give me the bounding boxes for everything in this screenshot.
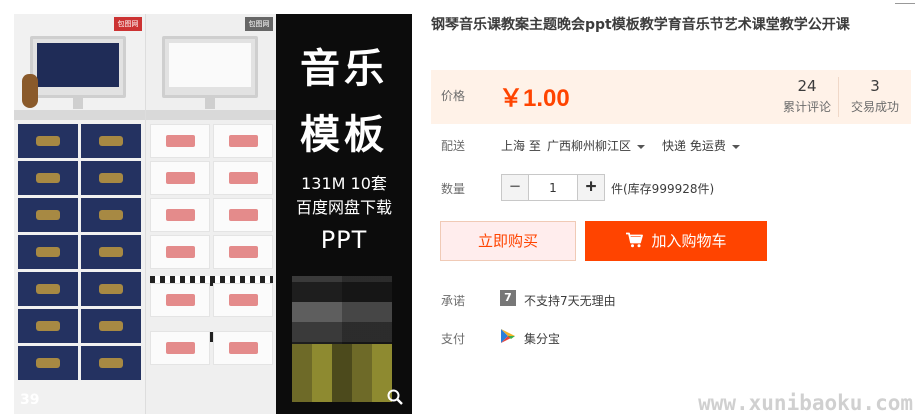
product-page: 包图网 包图网 音乐 模板 131M 10套 百度网盘下载 PPT 39 钢琴音… xyxy=(0,0,923,417)
reviews-count: 24 xyxy=(797,77,817,95)
pixelated-image xyxy=(292,344,392,402)
promise-label: 承诺 xyxy=(441,294,466,308)
quantity-decrease-button[interactable]: − xyxy=(502,175,529,200)
logo-badge: 包图网 xyxy=(245,17,273,31)
payment-label: 支付 xyxy=(441,332,466,346)
deals-count: 3 xyxy=(870,77,880,95)
cart-icon xyxy=(626,232,644,248)
shipping-method-value: 快递 免运费 xyxy=(662,139,726,153)
add-to-cart-label: 加入购物车 xyxy=(651,232,727,250)
slide-thumbnail-grid xyxy=(18,124,141,383)
no-return-icon: 7 xyxy=(500,290,516,306)
white-template-preview: 包图网 xyxy=(145,14,277,414)
buy-now-button[interactable]: 立即购买 xyxy=(440,221,576,261)
chevron-down-icon xyxy=(637,144,646,149)
quantity-increase-button[interactable]: + xyxy=(577,175,604,200)
payment-method: 集分宝 xyxy=(524,332,561,346)
zoom-icon[interactable] xyxy=(386,388,404,406)
stock-info: 件(库存999928件) xyxy=(611,182,715,196)
jifenbao-icon xyxy=(501,329,515,343)
blue-template-preview: 包图网 xyxy=(14,14,145,414)
price-value: ￥1.00 xyxy=(499,85,570,112)
corner-fragment xyxy=(895,0,915,4)
promise-text[interactable]: 不支持7天无理由 xyxy=(524,292,616,309)
shipping-from: 上海 至 xyxy=(501,139,541,153)
promo-line: 音乐 xyxy=(300,46,388,92)
price-label: 价格 xyxy=(441,89,466,103)
deals-stat: 3 交易成功 xyxy=(839,77,911,117)
promo-line: 模板 xyxy=(300,112,388,158)
reviews-stat[interactable]: 24 累计评论 xyxy=(776,77,839,117)
promo-line: 百度网盘下载 xyxy=(295,198,392,217)
price-box: 价格 ￥1.00 24 累计评论 3 交易成功 xyxy=(431,70,911,124)
image-count-badge: 39 xyxy=(20,392,40,408)
destination-value: 广西柳州柳江区 xyxy=(547,139,632,153)
reviews-label: 累计评论 xyxy=(782,100,831,114)
slide-thumbnail-grid xyxy=(150,124,273,368)
promo-line: PPT xyxy=(320,226,368,254)
shipping-label: 配送 xyxy=(441,139,466,153)
watermark: www.xunibaoku.com xyxy=(698,391,913,415)
deals-label: 交易成功 xyxy=(850,100,899,114)
monitor-illustration xyxy=(162,36,258,109)
logo-badge: 包图网 xyxy=(114,17,142,31)
desk xyxy=(146,110,277,120)
promo-line: 131M 10套 xyxy=(301,174,387,193)
desk xyxy=(14,110,145,120)
product-title: 钢琴音乐课教案主题晚会ppt模板教学育音乐节艺术课堂教学公开课 xyxy=(431,17,850,33)
quantity-label: 数量 xyxy=(441,182,466,196)
quantity-stepper: − + xyxy=(501,174,605,201)
promo-banner: 音乐 模板 131M 10套 百度网盘下载 PPT xyxy=(276,14,412,414)
add-to-cart-button[interactable]: 加入购物车 xyxy=(585,221,767,261)
destination-select[interactable]: 广西柳州柳江区 xyxy=(547,137,646,154)
guitar-illustration xyxy=(22,74,38,108)
monitor-illustration xyxy=(30,36,126,109)
product-main-image[interactable]: 包图网 包图网 音乐 模板 131M 10套 百度网盘下载 PPT 39 xyxy=(14,14,412,414)
chevron-down-icon xyxy=(731,144,740,149)
quantity-input[interactable] xyxy=(529,175,577,200)
shipping-method-select[interactable]: 快递 免运费 xyxy=(662,137,740,154)
